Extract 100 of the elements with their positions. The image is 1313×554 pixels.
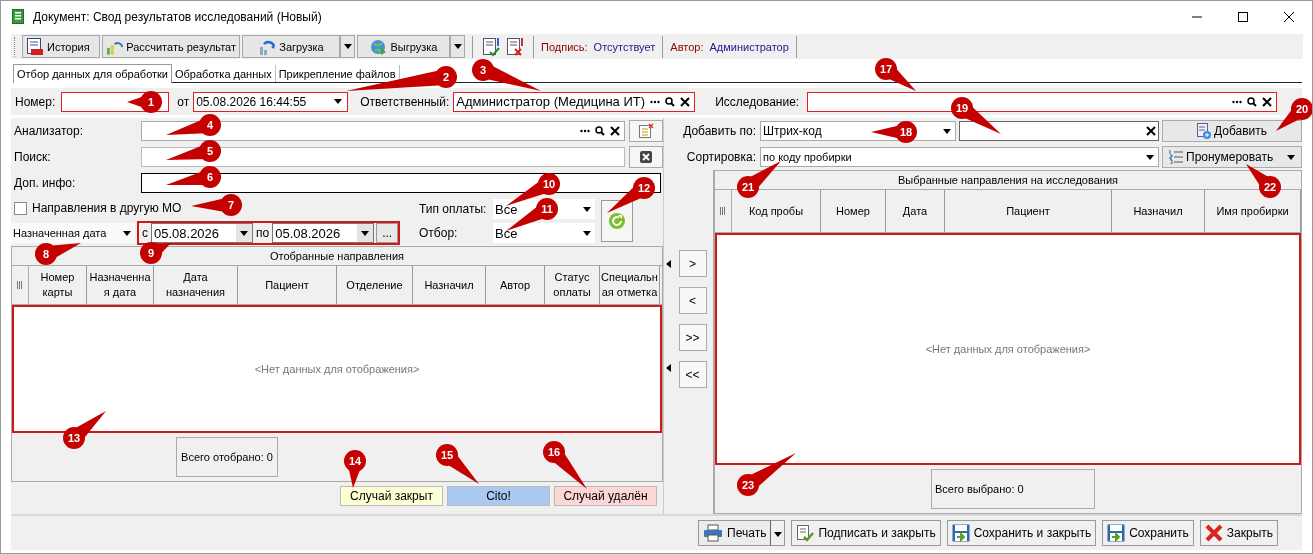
dropdown-button[interactable]: [771, 520, 786, 546]
maximize-icon[interactable]: [1237, 10, 1249, 23]
study-label: Исследование:: [715, 94, 800, 109]
responsible-label: Ответственный:: [360, 94, 450, 109]
clear-icon[interactable]: [680, 96, 691, 107]
dropdown-button[interactable]: [340, 35, 355, 58]
column-header[interactable]: Автор: [486, 266, 545, 304]
date-label: от: [177, 94, 190, 109]
date-type-dropdown[interactable]: Назначенная дата: [11, 223, 135, 243]
document-plus-icon: [1196, 123, 1211, 139]
column-header[interactable]: Пациент: [945, 190, 1112, 232]
column-header[interactable]: Пациент: [238, 266, 337, 304]
signature-value: Отсутствует: [593, 40, 656, 53]
period-button[interactable]: ...: [376, 223, 399, 243]
extra-info-field[interactable]: [141, 173, 661, 193]
dropdown-button[interactable]: [450, 35, 465, 58]
callout-tooltip: 6: [166, 166, 221, 188]
from-date-picker[interactable]: 05.08.2026: [151, 223, 253, 243]
search-icon[interactable]: [595, 126, 606, 136]
empty-message: <Нет данных для отображения>: [254, 363, 420, 375]
barcode-field[interactable]: [959, 121, 1159, 141]
caret-icon: [343, 44, 352, 49]
clear-icon[interactable]: [1146, 126, 1156, 136]
clear-icon[interactable]: [610, 126, 621, 136]
printer-icon: [703, 524, 724, 542]
number-label: Номер:: [15, 94, 56, 109]
footer-button[interactable]: Сохранить и закрыть: [946, 520, 1097, 546]
ellipsis-icon[interactable]: [650, 99, 661, 104]
search-icon[interactable]: [665, 96, 676, 107]
callout-tooltip: 8: [35, 243, 81, 265]
sort-label: Сортировка:: [685, 150, 757, 164]
caret-icon: [1287, 154, 1295, 160]
column-header[interactable]: Назначенная дата: [87, 266, 154, 304]
toolbar-button[interactable]: Загрузка: [242, 35, 340, 58]
column-header[interactable]: Назначил: [413, 266, 486, 304]
tab[interactable]: Обработка данных: [172, 65, 276, 82]
transfer-button[interactable]: <<: [678, 361, 707, 388]
refresh-icon: [608, 212, 626, 230]
study-field[interactable]: [807, 91, 1278, 112]
document-icon: [12, 9, 24, 24]
unsign-document-button[interactable]: [504, 35, 526, 58]
column-header[interactable]: Статус оплаты: [545, 266, 600, 304]
clear-button[interactable]: [629, 146, 663, 168]
column-header[interactable]: Дата назначения: [154, 266, 238, 304]
close-icon[interactable]: [1283, 10, 1295, 23]
callout-tooltip: 5: [166, 140, 221, 162]
column-header[interactable]: Номер: [821, 190, 886, 232]
callout-tooltip: 21: [737, 161, 781, 198]
transfer-button[interactable]: >>: [678, 324, 707, 351]
footer-button[interactable]: Печать: [698, 520, 772, 546]
from-label: с: [142, 226, 148, 240]
column-header[interactable]: Назначил: [1112, 190, 1205, 232]
toolbar-button[interactable]: Выгрузка: [357, 35, 450, 58]
search-field[interactable]: [140, 147, 626, 167]
callout-tooltip: 17: [875, 58, 916, 91]
footer-button[interactable]: Сохранить: [1102, 520, 1194, 546]
column-header[interactable]: Специальная отметка: [600, 266, 660, 304]
author-value: Администратор: [709, 40, 789, 53]
selection-dropdown[interactable]: Все: [493, 223, 595, 243]
ellipsis-icon[interactable]: [580, 129, 591, 133]
footer-button[interactable]: Подписать и закрыть: [791, 520, 941, 546]
column-header[interactable]: Дата: [886, 190, 945, 232]
analyzer-field[interactable]: [140, 121, 626, 141]
footer-button[interactable]: Закрыть: [1199, 520, 1278, 546]
column-header[interactable]: Отделение: [337, 266, 413, 304]
to-label: по: [256, 226, 270, 240]
clear-icon[interactable]: [1262, 96, 1273, 107]
clear-document-button[interactable]: [629, 120, 663, 142]
toolbar-button[interactable]: История: [22, 35, 100, 58]
sign-document-button[interactable]: [480, 35, 502, 58]
numbering-button[interactable]: Пронумеровать: [1162, 146, 1302, 168]
numbered-list-icon: [1169, 150, 1183, 164]
callout-tooltip: 9: [140, 242, 171, 264]
ellipsis-icon[interactable]: [1232, 99, 1243, 104]
to-date-picker[interactable]: 05.08.2026: [272, 223, 375, 243]
add-button[interactable]: Добавить: [1162, 120, 1302, 142]
search-icon[interactable]: [1247, 96, 1258, 107]
column-header[interactable]: Номер карты: [29, 266, 87, 304]
clear-icon: [640, 151, 653, 163]
caret-icon: [943, 128, 951, 134]
responsible-field[interactable]: Администратор (Медицина ИТ): [453, 91, 696, 112]
transfer-button[interactable]: >: [678, 250, 707, 277]
other-mo-checkbox[interactable]: Направления в другую МО: [11, 196, 182, 220]
tab[interactable]: Отбор данных для обработки: [13, 64, 172, 83]
legend-item: Случай закрыт: [340, 486, 443, 506]
date-picker[interactable]: 05.08.2026 16:44:55: [193, 91, 349, 112]
document-cross-icon: [506, 36, 524, 57]
sort-dropdown[interactable]: по коду пробирки: [760, 147, 1159, 167]
document-check-icon: [482, 36, 500, 57]
callout-tooltip: 20: [1276, 98, 1312, 131]
callout-tooltip: 4: [166, 114, 221, 136]
transfer-button[interactable]: <: [678, 287, 707, 314]
signed-document-icon: [796, 524, 815, 542]
toolbar-button[interactable]: Рассчитать результат: [102, 35, 240, 58]
callout-tooltip: 16: [543, 441, 587, 489]
callout-tooltip: 23: [737, 453, 796, 496]
callout-tooltip: 12: [607, 177, 655, 213]
refresh-button[interactable]: [601, 200, 633, 242]
caret-icon: [583, 206, 591, 212]
caret-icon: [334, 99, 343, 104]
